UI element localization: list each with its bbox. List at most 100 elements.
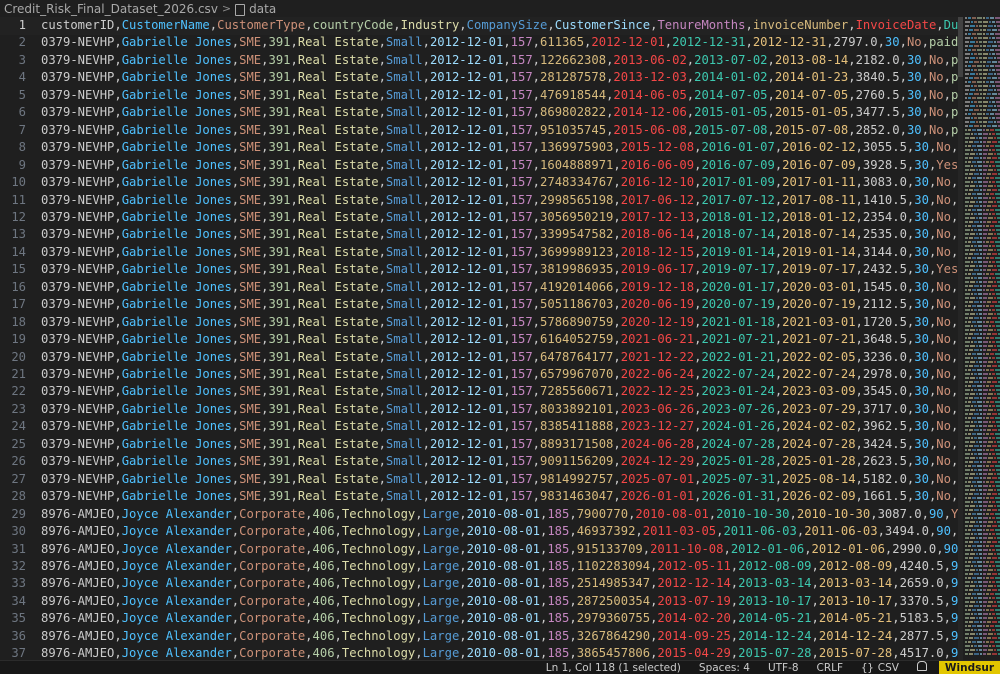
csv-field: 2852.0: [855, 122, 900, 137]
csv-comma: ,: [892, 628, 900, 643]
minimap-token: [983, 289, 985, 291]
csv-data-line[interactable]: 24 0379-NEVHP,Gabrielle Jones,SME,391,Rea…: [0, 418, 960, 436]
csv-data-line[interactable]: 15 0379-NEVHP,Gabrielle Jones,SME,391,Rea…: [0, 261, 960, 279]
csv-data-line[interactable]: 34 8976-AMJEO,Joyce Alexander,Corporate,4…: [0, 593, 960, 611]
csv-comma: ,: [921, 87, 929, 102]
csv-field: SME: [239, 332, 262, 347]
minimap-token: [980, 477, 982, 479]
csv-data-line[interactable]: 29 8976-AMJEO,Joyce Alexander,Corporate,4…: [0, 506, 960, 524]
minimap-token: [965, 413, 968, 415]
breadcrumb-file[interactable]: Credit_Risk_Final_Dataset_2026.csv: [0, 2, 218, 16]
minimap[interactable]: [963, 17, 1000, 660]
csv-field: 3494.0: [884, 524, 929, 539]
minimap-token: [965, 97, 967, 99]
csv-data-line[interactable]: 21 0379-NEVHP,Gabrielle Jones,SME,391,Rea…: [0, 366, 960, 384]
csv-data-line[interactable]: 20 0379-NEVHP,Gabrielle Jones,SME,391,Rea…: [0, 349, 960, 367]
csv-header-line[interactable]: 1 customerID,CustomerName,CustomerType,co…: [0, 17, 960, 35]
csv-data-line[interactable]: 7 0379-NEVHP,Gabrielle Jones,SME,391,Real…: [0, 122, 960, 140]
csv-data-line[interactable]: 19 0379-NEVHP,Gabrielle Jones,SME,391,Rea…: [0, 331, 960, 349]
csv-field: No: [936, 436, 951, 451]
csv-data-line[interactable]: 2 0379-NEVHP,Gabrielle Jones,SME,391,Real…: [0, 34, 960, 52]
csv-data-line[interactable]: 26 0379-NEVHP,Gabrielle Jones,SME,391,Rea…: [0, 453, 960, 471]
csv-data-line[interactable]: 30 8976-AMJEO,Joyce Alexander,Corporate,4…: [0, 523, 960, 541]
minimap-token: [994, 649, 996, 651]
minimap-token: [986, 257, 989, 259]
csv-comma: ,: [569, 524, 577, 539]
minimap-token: [983, 317, 986, 319]
csv-data-line[interactable]: 3 0379-NEVHP,Gabrielle Jones,SME,391,Real…: [0, 52, 960, 70]
line-content: 0379-NEVHP,Gabrielle Jones,SME,391,Real …: [41, 471, 960, 489]
csv-data-line[interactable]: 9 0379-NEVHP,Gabrielle Jones,SME,391,Real…: [0, 157, 960, 175]
minimap-token: [971, 165, 973, 167]
minimap-token: [992, 133, 995, 135]
csv-field: Gabrielle Jones: [121, 244, 232, 259]
minimap-token: [988, 121, 993, 123]
csv-data-line[interactable]: 14 0379-NEVHP,Gabrielle Jones,SME,391,Rea…: [0, 244, 960, 262]
minimap-token: [996, 453, 1000, 455]
minimap-token: [974, 157, 979, 159]
csv-data-line[interactable]: 5 0379-NEVHP,Gabrielle Jones,SME,391,Real…: [0, 87, 960, 105]
minimap-token: [994, 185, 996, 187]
csv-data-line[interactable]: 6 0379-NEVHP,Gabrielle Jones,SME,391,Real…: [0, 104, 960, 122]
csv-field: 2998565198: [540, 192, 614, 207]
minimap-token: [995, 369, 1000, 371]
indentation[interactable]: Spaces: 4: [699, 662, 750, 674]
csv-data-line[interactable]: 10 0379-NEVHP,Gabrielle Jones,SME,391,Rea…: [0, 174, 960, 192]
encoding[interactable]: UTF-8: [768, 662, 799, 674]
csv-data-line[interactable]: 35 8976-AMJEO,Joyce Alexander,Corporate,4…: [0, 610, 960, 628]
csv-field: 2014-12-06: [613, 105, 687, 120]
bell-icon[interactable]: [916, 661, 927, 674]
csv-data-line[interactable]: 37 8976-AMJEO,Joyce Alexander,Corporate,4…: [0, 645, 960, 660]
csv-data-line[interactable]: 4 0379-NEVHP,Gabrielle Jones,SME,391,Real…: [0, 69, 960, 87]
minimap-token: [987, 349, 991, 351]
line-content: 8976-AMJEO,Joyce Alexander,Corporate,406…: [41, 610, 960, 628]
minimap-token: [994, 41, 996, 43]
minimap-token: [983, 257, 985, 259]
csv-data-line[interactable]: 23 0379-NEVHP,Gabrielle Jones,SME,391,Rea…: [0, 401, 960, 419]
cursor-position[interactable]: Ln 1, Col 118 (1 selected): [546, 662, 681, 674]
line-ending[interactable]: CRLF: [817, 662, 844, 674]
csv-field: Technology: [341, 646, 416, 660]
csv-data-line[interactable]: 31 8976-AMJEO,Joyce Alexander,Corporate,4…: [0, 541, 960, 559]
csv-field: 2026-01-01: [620, 489, 695, 504]
csv-data-line[interactable]: 8 0379-NEVHP,Gabrielle Jones,SME,391,Real…: [0, 139, 960, 157]
minimap-token: [980, 445, 982, 447]
csv-data-line[interactable]: 17 0379-NEVHP,Gabrielle Jones,SME,391,Rea…: [0, 296, 960, 314]
csv-data-line[interactable]: 11 0379-NEVHP,Gabrielle Jones,SME,391,Rea…: [0, 192, 960, 210]
csv-comma: ,: [114, 192, 122, 207]
csv-data-line[interactable]: 36 8976-AMJEO,Joyce Alexander,Corporate,4…: [0, 628, 960, 646]
csv-field: 30: [884, 35, 900, 50]
csv-field: 2010-08-01: [466, 611, 540, 626]
csv-data-line[interactable]: 18 0379-NEVHP,Gabrielle Jones,SME,391,Rea…: [0, 314, 960, 332]
csv-data-line[interactable]: 12 0379-NEVHP,Gabrielle Jones,SME,391,Rea…: [0, 209, 960, 227]
minimap-token: [972, 209, 976, 211]
csv-data-line[interactable]: 22 0379-NEVHP,Gabrielle Jones,SME,391,Rea…: [0, 383, 960, 401]
csv-data-line[interactable]: 32 8976-AMJEO,Joyce Alexander,Corporate,4…: [0, 558, 960, 576]
code-editor[interactable]: 1 customerID,CustomerName,CustomerType,co…: [0, 17, 960, 660]
minimap-token: [972, 609, 976, 611]
csv-data-line[interactable]: 33 8976-AMJEO,Joyce Alexander,Corporate,4…: [0, 575, 960, 593]
csv-field: 30: [914, 367, 929, 381]
minimap-token: [965, 57, 969, 59]
minimap-token: [983, 21, 988, 23]
csv-data-line[interactable]: 16 0379-NEVHP,Gabrielle Jones,SME,391,Rea…: [0, 279, 960, 297]
line-number: 37: [11, 646, 26, 660]
braces-icon[interactable]: {}: [861, 662, 874, 674]
csv-data-line[interactable]: 27 0379-NEVHP,Gabrielle Jones,SME,391,Rea…: [0, 471, 960, 489]
csv-data-line[interactable]: 28 0379-NEVHP,Gabrielle Jones,SME,391,Rea…: [0, 488, 960, 506]
minimap-token: [965, 609, 967, 611]
minimap-token: [976, 265, 978, 267]
minimap-token: [976, 121, 978, 123]
breadcrumb-section[interactable]: data: [249, 2, 276, 16]
minimap-token: [965, 593, 967, 595]
minimap-token: [988, 281, 993, 283]
minimap-token: [979, 249, 982, 251]
minimap-token: [986, 497, 989, 499]
language-mode[interactable]: CSV: [878, 662, 899, 674]
windsurf-badge[interactable]: Windsur: [938, 661, 1000, 674]
minimap-token: [965, 537, 969, 539]
minimap-token: [986, 625, 989, 627]
csv-data-line[interactable]: 25 0379-NEVHP,Gabrielle Jones,SME,391,Rea…: [0, 436, 960, 454]
csv-data-line[interactable]: 13 0379-NEVHP,Gabrielle Jones,SME,391,Rea…: [0, 226, 960, 244]
minimap-token: [988, 153, 993, 155]
